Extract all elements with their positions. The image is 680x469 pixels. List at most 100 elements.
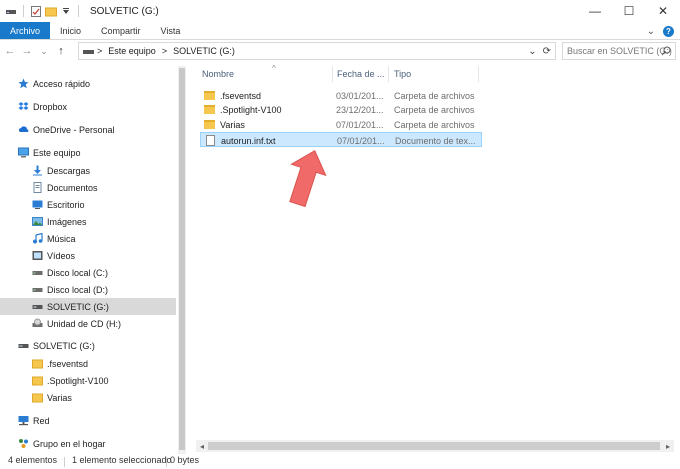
- back-button[interactable]: ←: [3, 45, 17, 57]
- nav-item-label: Escritorio: [47, 199, 85, 210]
- nav-item-dropbox[interactable]: Dropbox: [0, 98, 176, 115]
- address-bar[interactable]: > Este equipo > SOLVETIC (G:) ⌄ ⟳: [78, 42, 556, 60]
- nav-item-vídeos[interactable]: Vídeos: [0, 247, 176, 264]
- tab-archivo[interactable]: Archivo: [0, 22, 51, 39]
- nav-item-descargas[interactable]: Descargas: [0, 162, 176, 179]
- nav-item-acceso-rápido[interactable]: Acceso rápido: [0, 75, 176, 92]
- scroll-left-icon[interactable]: ◂: [196, 440, 208, 452]
- scroll-right-icon[interactable]: ▸: [662, 440, 674, 452]
- file-date: 03/01/201...: [336, 90, 384, 101]
- navigation-pane: Acceso rápido Dropbox OneDrive - Personal E…: [0, 66, 186, 454]
- window-title: SOLVETIC (G:): [90, 5, 159, 17]
- close-button[interactable]: ✕: [646, 0, 680, 22]
- file-type: Carpeta de archivos: [394, 90, 475, 101]
- nav-item-disco-local-c[interactable]: Disco local (C:): [0, 264, 176, 281]
- customize-toolbar-icon[interactable]: [60, 6, 72, 17]
- nav-item-label: .fseventsd: [47, 358, 89, 369]
- new-folder-icon[interactable]: [45, 6, 57, 17]
- nav-item-documentos[interactable]: Documentos: [0, 179, 176, 196]
- search-input[interactable]: Buscar en SOLVETIC (G:): [562, 42, 676, 60]
- selection-count: 1 elemento seleccionado: [72, 455, 172, 465]
- cd-drive-icon: [32, 318, 43, 329]
- nav-item-fseventsd[interactable]: .fseventsd: [0, 355, 176, 372]
- file-row[interactable]: Varias 07/01/201... Carpeta de archivos: [200, 117, 482, 132]
- nav-item-spotlight-v100[interactable]: .Spotlight-V100: [0, 372, 176, 389]
- column-header-type[interactable]: Tipo: [394, 64, 478, 84]
- nav-item-label: Varias: [47, 392, 72, 403]
- nav-item-onedrive-personal[interactable]: OneDrive - Personal: [0, 121, 176, 138]
- column-divider[interactable]: [478, 66, 479, 82]
- status-divider: [166, 457, 167, 467]
- nav-item-varias[interactable]: Varias: [0, 389, 176, 406]
- tab-inicio[interactable]: Inicio: [50, 22, 91, 39]
- column-divider[interactable]: [388, 66, 389, 82]
- nav-item-este-equipo[interactable]: Este equipo: [0, 144, 176, 161]
- column-divider[interactable]: [332, 66, 333, 82]
- help-icon[interactable]: ?: [663, 25, 674, 37]
- file-name-cell: .fseventsd: [204, 88, 334, 103]
- nav-item-label: Red: [33, 415, 50, 426]
- file-date: 23/12/201...: [336, 104, 384, 115]
- nav-item-label: Disco local (D:): [47, 284, 109, 295]
- refresh-icon[interactable]: ⟳: [543, 46, 551, 57]
- toolbar-divider: [23, 5, 24, 17]
- forward-button[interactable]: →: [20, 45, 34, 57]
- breadcrumb-separator: >: [161, 46, 168, 56]
- breadcrumb-este-equipo[interactable]: Este equipo: [108, 46, 156, 56]
- nav-item-música[interactable]: Música: [0, 230, 176, 247]
- computer-icon: [18, 147, 29, 158]
- nav-item-disco-local-d[interactable]: Disco local (D:): [0, 281, 176, 298]
- properties-icon[interactable]: [30, 5, 42, 17]
- status-bar: 4 elementos 1 elemento seleccionado 0 by…: [0, 454, 680, 469]
- recent-locations-button[interactable]: ⌄: [37, 46, 51, 57]
- nav-item-escritorio[interactable]: Escritorio: [0, 196, 176, 213]
- status-divider: [64, 457, 65, 467]
- title-bar: SOLVETIC (G:) — ☐ ✕: [0, 0, 680, 22]
- file-row[interactable]: autorun.inf.txt 07/01/201... Documento de …: [200, 132, 482, 147]
- nav-item-imágenes[interactable]: Imágenes: [0, 213, 176, 230]
- column-header-date[interactable]: Fecha de ...: [337, 64, 389, 84]
- file-row[interactable]: .fseventsd 03/01/201... Carpeta de archivo…: [200, 88, 482, 103]
- horizontal-scrollbar-thumb[interactable]: [208, 442, 660, 450]
- ribbon-tabs: Archivo Inicio Compartir Vista ⌄ ?: [0, 22, 680, 40]
- folder-icon: [32, 358, 43, 369]
- nav-item-label: Disco local (C:): [47, 267, 109, 278]
- file-name-cell: autorun.inf.txt: [205, 133, 335, 148]
- nav-item-grupo-en-el-hogar[interactable]: Grupo en el hogar: [0, 435, 176, 452]
- up-button[interactable]: ↑: [54, 45, 68, 57]
- expand-ribbon-icon[interactable]: ⌄: [647, 26, 655, 37]
- nav-item-label: Documentos: [47, 182, 98, 193]
- file-row[interactable]: .Spotlight-V100 23/12/201... Carpeta de ar…: [200, 102, 482, 117]
- maximize-button[interactable]: ☐: [612, 0, 646, 22]
- dropbox-icon: [18, 101, 29, 112]
- nav-item-label: .Spotlight-V100: [47, 375, 109, 386]
- tab-compartir[interactable]: Compartir: [91, 22, 151, 39]
- horizontal-scrollbar[interactable]: ◂ ▸: [196, 440, 674, 452]
- nav-item-label: Unidad de CD (H:): [47, 318, 122, 329]
- network-icon: [18, 415, 29, 426]
- folder-icon: [32, 392, 43, 403]
- nav-item-solvetic-g[interactable]: SOLVETIC (G:): [0, 298, 176, 315]
- breadcrumb-solvetic[interactable]: SOLVETIC (G:): [173, 46, 235, 56]
- pointer-arrow-icon: [289, 150, 327, 208]
- nav-scrollbar[interactable]: [178, 66, 186, 454]
- videos-icon: [32, 250, 43, 261]
- tab-vista[interactable]: Vista: [151, 22, 191, 39]
- file-date: 07/01/201...: [336, 119, 384, 130]
- nav-item-unidad-de-cd-h[interactable]: Unidad de CD (H:): [0, 315, 176, 332]
- minimize-button[interactable]: —: [578, 0, 612, 22]
- column-header-name[interactable]: Nombre ^: [202, 64, 330, 84]
- file-date: 07/01/201...: [337, 135, 385, 146]
- folder-icon: [204, 120, 215, 129]
- nav-item-red[interactable]: Red: [0, 412, 176, 429]
- desktop-icon: [32, 199, 43, 210]
- address-row: ← → ⌄ ↑ > Este equipo > SOLVETIC (G:) ⌄ …: [0, 40, 680, 62]
- address-dropdown-icon[interactable]: ⌄: [528, 46, 536, 57]
- nav-item-solvetic-g[interactable]: SOLVETIC (G:): [0, 337, 176, 354]
- nav-item-label: Vídeos: [47, 250, 76, 261]
- homegroup-icon: [18, 438, 29, 449]
- star-icon: [18, 78, 29, 89]
- nav-item-label: SOLVETIC (G:): [33, 340, 95, 351]
- music-icon: [32, 232, 43, 244]
- nav-scrollbar-thumb[interactable]: [179, 68, 185, 450]
